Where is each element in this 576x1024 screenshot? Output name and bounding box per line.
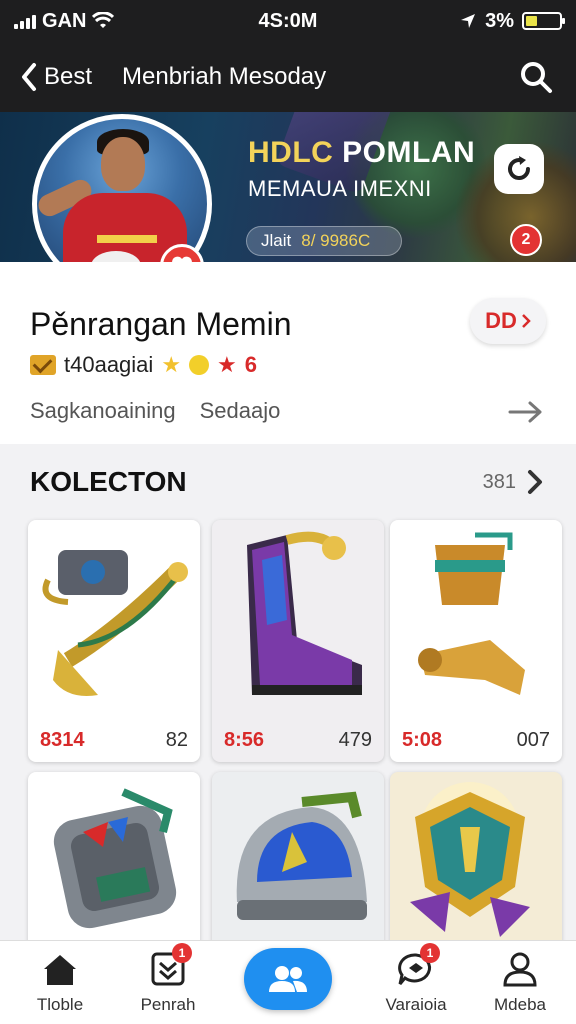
collection-card[interactable]: 8314 82: [28, 520, 200, 762]
card-footer: 8:56 479: [212, 729, 384, 752]
profile-stat-text: t40aagiai: [64, 352, 154, 377]
collection-card[interactable]: 5:08 007: [390, 520, 562, 762]
profile-link-1[interactable]: Sagkanoaining: [30, 398, 176, 424]
tab-home[interactable]: Tloble: [10, 949, 110, 1015]
inbox-icon: 1: [148, 943, 192, 989]
collection-header: KOLECTON 381: [0, 444, 576, 520]
collection-card[interactable]: [212, 772, 384, 952]
banner-subtitle: MEMAUA IMEXNI: [248, 176, 432, 201]
chevron-right-icon: [522, 314, 531, 328]
home-icon: [40, 949, 80, 989]
profile-action-button[interactable]: DD: [470, 298, 546, 344]
tab-label: Varaioia: [385, 995, 447, 1014]
banner-pill-label: Jlait: [261, 231, 292, 250]
card-price: 5:08: [402, 729, 443, 751]
tab-label: Penrah: [140, 995, 196, 1014]
back-button[interactable]: Best: [20, 62, 92, 92]
group-button[interactable]: [244, 948, 332, 1010]
wifi-icon: [92, 12, 115, 28]
profile-stats: t40aagiai ★ ★ 6: [30, 352, 257, 378]
banner-badge[interactable]: 2: [510, 224, 542, 256]
chevron-right-icon[interactable]: [524, 468, 546, 496]
card-price: 8:56: [224, 729, 265, 751]
back-label: Best: [44, 63, 93, 90]
brass-horn-item-icon: [28, 520, 200, 715]
profile-stat-count: 6: [244, 352, 258, 377]
tab-chat[interactable]: 1 Varaioia: [366, 943, 466, 1015]
golden-pipe-item-icon: [390, 520, 562, 715]
mail-icon: [30, 355, 56, 375]
collection-card[interactable]: 8:56 479: [212, 520, 384, 762]
refresh-icon: [508, 156, 530, 180]
chat-icon: 1: [396, 943, 440, 989]
banner-title-part2: POMLAN: [342, 136, 476, 169]
status-bar: GAN 4S:0M 3%: [0, 0, 576, 42]
refresh-button[interactable]: [494, 144, 544, 194]
signal-icon: [14, 13, 36, 29]
card-footer: 8314 82: [28, 729, 200, 752]
card-quantity: 479: [338, 729, 372, 751]
golden-shield-item-icon: [390, 772, 562, 952]
chevron-left-icon: [22, 63, 36, 91]
tab-badge: 1: [172, 943, 192, 963]
collection-card[interactable]: [390, 772, 562, 952]
tab-label: Mdeba: [494, 995, 546, 1014]
collection-title: KOLECTON: [30, 466, 187, 497]
card-footer: 5:08 007: [390, 729, 562, 752]
banner-title: HDLC POMLAN: [248, 136, 475, 170]
tab-badge: 1: [420, 943, 440, 963]
location-icon: [461, 14, 476, 28]
card-price: 8314: [40, 729, 85, 751]
banner-pill-value: 8/ 9986C: [301, 231, 371, 250]
card-quantity: 007: [516, 729, 550, 751]
metal-armor-item-icon: [28, 772, 200, 952]
header-title: Menbriah Mesoday: [122, 63, 327, 90]
app-header: Best Menbriah Mesoday: [0, 42, 576, 112]
coin-icon: [189, 355, 210, 375]
profile-icon: [500, 949, 540, 989]
tab-label: Tloble: [36, 995, 84, 1014]
profile-name: Pěnrangan Memin: [30, 306, 292, 342]
blue-helmet-item-icon: [212, 772, 384, 952]
red-star-icon: ★: [217, 352, 237, 377]
banner-title-part1: HDLC: [248, 136, 334, 169]
carrier-label: GAN: [42, 9, 87, 32]
purple-boot-item-icon: [212, 520, 384, 715]
tab-inbox[interactable]: 1 Penrah: [118, 943, 218, 1015]
search-icon: [521, 62, 552, 93]
arrow-right-icon[interactable]: [506, 398, 546, 426]
search-button[interactable]: [516, 57, 556, 97]
group-icon: [269, 966, 307, 992]
banner-pill[interactable]: Jlait 8/ 9986C: [246, 226, 402, 256]
profile-action-label: DD: [485, 308, 517, 333]
battery-icon: [522, 12, 565, 30]
collection-count: 381: [482, 470, 516, 493]
profile-section: Pěnrangan Memin DD t40aagiai ★ ★ 6 Sagka…: [0, 262, 576, 444]
card-quantity: 82: [165, 729, 188, 751]
status-right: 3%: [372, 9, 565, 33]
profile-link-2[interactable]: Sedaajo: [200, 398, 281, 424]
tab-profile[interactable]: Mdeba: [470, 949, 570, 1015]
status-time: 4S:0M: [258, 9, 318, 32]
status-left: GAN: [14, 10, 204, 33]
profile-links: Sagkanoaining Sedaajo: [30, 398, 280, 424]
star-icon: ★: [161, 352, 182, 377]
collection-card[interactable]: [28, 772, 200, 952]
battery-percent: 3%: [485, 9, 514, 32]
